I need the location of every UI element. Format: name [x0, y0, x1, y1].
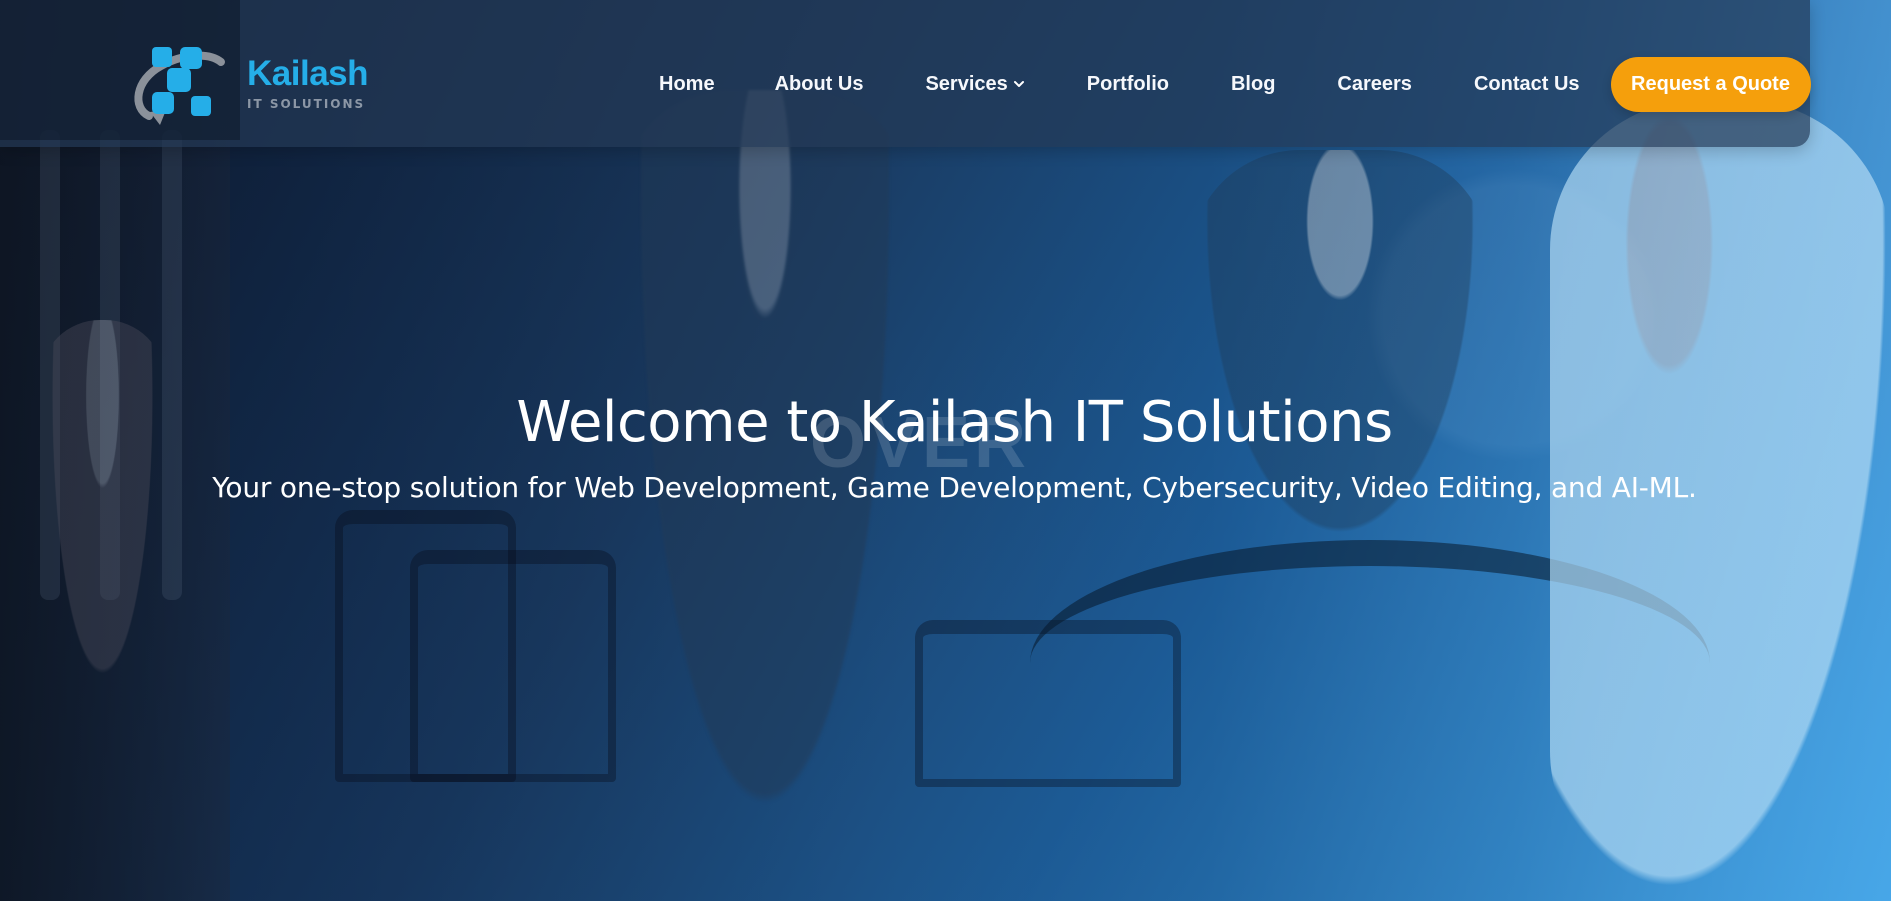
background-rail — [162, 130, 182, 600]
kailash-logo-icon — [134, 47, 225, 125]
hero-section: OVER Kailash IT SOLUTIONS Home About Us … — [0, 0, 1891, 901]
hero-content: Welcome to Kailash IT Solutions Your one… — [0, 392, 1891, 504]
nav-services-label: Services — [925, 72, 1008, 95]
background-person-left — [40, 320, 165, 740]
brand-text: Kailash IT SOLUTIONS — [247, 53, 369, 111]
brand-logo[interactable]: Kailash IT SOLUTIONS — [127, 38, 369, 128]
brand-name: Kailash — [247, 53, 369, 93]
request-quote-button[interactable]: Request a Quote — [1610, 56, 1811, 112]
nav-services[interactable]: Services — [925, 73, 1025, 96]
nav-contact-us[interactable]: Contact Us — [1474, 73, 1580, 96]
nav-portfolio[interactable]: Portfolio — [1087, 73, 1169, 96]
nav-careers[interactable]: Careers — [1337, 73, 1412, 96]
kailash-logo-icon — [127, 38, 237, 128]
chevron-down-icon — [1013, 81, 1024, 87]
background-person-right — [1190, 150, 1490, 570]
main-navigation: Kailash IT SOLUTIONS Home About Us Servi… — [0, 0, 1811, 147]
nav-blog[interactable]: Blog — [1231, 73, 1275, 96]
hero-title: Welcome to Kailash IT Solutions — [516, 390, 1393, 455]
brand-subtitle: IT SOLUTIONS — [247, 96, 366, 111]
nav-home[interactable]: Home — [659, 73, 715, 96]
background-chair — [410, 550, 616, 782]
nav-about-us[interactable]: About Us — [775, 73, 864, 96]
hero-subtitle: Your one-stop solution for Web Developme… — [212, 470, 1697, 504]
navigation-menu: Home About Us Services Portfolio Blog Ca… — [659, 52, 1811, 116]
